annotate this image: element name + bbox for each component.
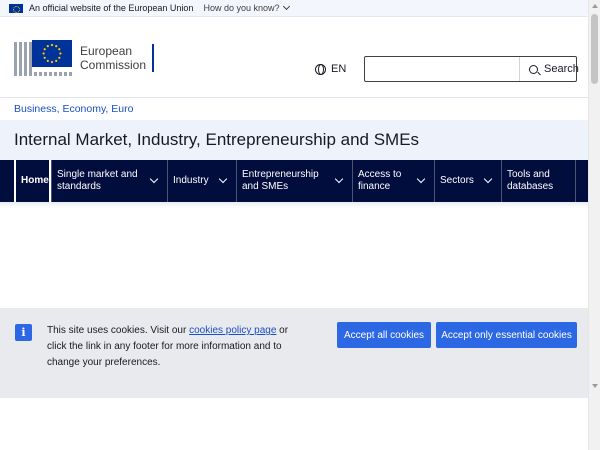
menu-item-label: Tools and databases <box>507 169 554 192</box>
scroll-up-arrow-icon[interactable] <box>592 4 598 8</box>
menu-item-label: Single market and standards <box>57 169 138 192</box>
how-do-you-know-toggle[interactable]: How do you know? <box>203 2 290 13</box>
menu-item-label: Access to finance <box>358 169 402 192</box>
eu-flag-icon <box>9 3 23 13</box>
commission-emblem-icon <box>14 36 72 80</box>
chevron-down-icon <box>282 2 290 11</box>
chevron-down-icon <box>334 174 344 184</box>
site-header: European Commission EN Search <box>0 17 588 97</box>
how-do-you-know-label: How do you know? <box>203 3 280 13</box>
cookie-text-before: This site uses cookies. Visit our <box>47 325 190 336</box>
menu-shadow <box>0 202 588 208</box>
breadcrumb: Business, Economy, Euro <box>0 97 588 120</box>
menu-item-label: Entrepreneurship and SMEs <box>242 169 319 192</box>
menu-item-access-to-finance[interactable]: Access to finance <box>352 160 434 202</box>
scroll-down-arrow-icon[interactable] <box>592 384 598 388</box>
chevron-down-icon <box>218 174 228 184</box>
site-title: Internal Market, Industry, Entrepreneurs… <box>0 120 588 160</box>
page-scrollbar[interactable] <box>588 0 600 450</box>
logo-line-european: European <box>80 44 133 58</box>
menu-item-industry[interactable]: Industry <box>167 160 236 202</box>
language-selector[interactable]: EN <box>315 63 346 75</box>
cookie-consent-banner: i This site uses cookies. Visit our cook… <box>0 308 588 398</box>
logo-text: European Commission <box>80 44 146 72</box>
menu-item-label: Home <box>21 175 49 186</box>
scrollbar-thumb[interactable] <box>591 14 598 84</box>
cookies-policy-link[interactable]: cookies policy page <box>189 325 276 336</box>
search-input[interactable] <box>365 57 519 81</box>
chevron-down-icon <box>416 174 426 184</box>
accept-essential-cookies-button[interactable]: Accept only essential cookies <box>436 322 577 348</box>
menu-item-home[interactable]: Home <box>14 160 51 202</box>
menu-item-sectors[interactable]: Sectors <box>434 160 501 202</box>
menu-item-label: Sectors <box>440 175 474 186</box>
chevron-down-icon <box>149 174 159 184</box>
search-form: Search <box>364 56 579 82</box>
search-button-label: Search <box>544 63 579 75</box>
info-icon: i <box>15 324 32 341</box>
language-code: EN <box>331 63 347 75</box>
main-menu: Home Single market and standards Industr… <box>0 160 588 202</box>
official-website-text: An official website of the European Unio… <box>29 3 194 13</box>
chevron-down-icon <box>483 174 493 184</box>
cookie-message: This site uses cookies. Visit our cookie… <box>47 323 297 371</box>
official-eu-banner: An official website of the European Unio… <box>0 0 588 17</box>
menu-item-single-market[interactable]: Single market and standards <box>51 160 167 202</box>
european-commission-logo[interactable]: European Commission <box>14 36 155 80</box>
menu-item-tools-and-databases[interactable]: Tools and databases <box>501 160 576 202</box>
accept-all-cookies-button[interactable]: Accept all cookies <box>337 322 431 348</box>
menu-item-entrepreneurship[interactable]: Entrepreneurship and SMEs <box>236 160 352 202</box>
logo-divider <box>152 44 155 72</box>
breadcrumb-link-business-economy-euro[interactable]: Business, Economy, Euro <box>14 103 133 115</box>
globe-icon <box>315 63 326 75</box>
menu-item-label: Industry <box>173 175 209 186</box>
logo-line-commission: Commission <box>80 58 147 72</box>
search-icon <box>529 64 538 74</box>
search-button[interactable]: Search <box>519 57 588 81</box>
